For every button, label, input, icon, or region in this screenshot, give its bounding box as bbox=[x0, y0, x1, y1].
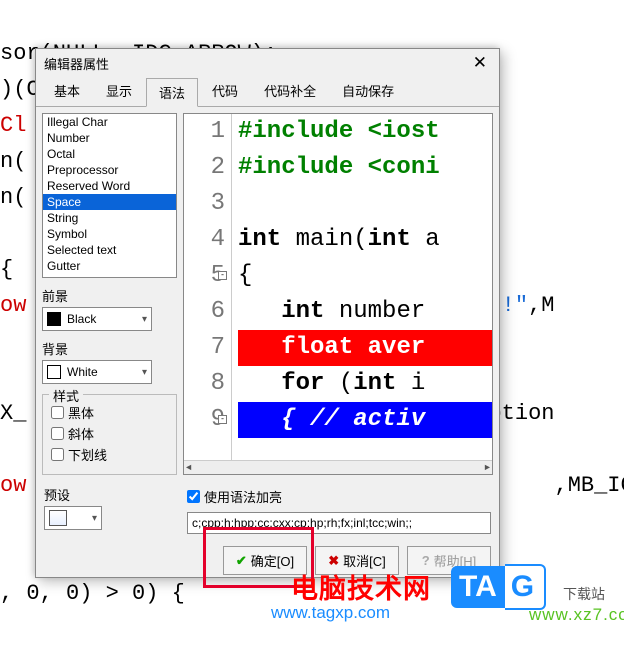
watermark-text: 电脑技术网 bbox=[291, 567, 431, 606]
editor-properties-dialog: 编辑器属性 ✕ 基本 显示 语法 代码 代码补全 自动保存 Illegal Ch… bbox=[35, 48, 500, 578]
list-item[interactable]: Symbol bbox=[43, 226, 176, 242]
list-item[interactable]: Preprocessor bbox=[43, 162, 176, 178]
download-text: 下载站 bbox=[563, 584, 605, 604]
tabs: 基本 显示 语法 代码 代码补全 自动保存 bbox=[36, 77, 499, 107]
horizontal-scrollbar[interactable]: ◄► bbox=[184, 460, 492, 474]
background-label: 背景 bbox=[42, 339, 177, 358]
list-item[interactable]: Breakpoints bbox=[43, 274, 176, 278]
tag-badge: TA G bbox=[451, 564, 546, 610]
preset-combo[interactable]: ▾ bbox=[44, 506, 102, 530]
background-combo[interactable]: White ▾ bbox=[42, 360, 152, 384]
underline-checkbox[interactable]: 下划线 bbox=[51, 445, 168, 464]
tab-syntax[interactable]: 语法 bbox=[146, 78, 198, 107]
fold-icon[interactable]: - bbox=[218, 415, 227, 424]
document-icon bbox=[49, 510, 67, 526]
list-item[interactable]: Octal bbox=[43, 146, 176, 162]
chevron-down-icon: ▾ bbox=[92, 513, 97, 524]
dialog-title: 编辑器属性 bbox=[44, 54, 109, 73]
list-item[interactable]: Space bbox=[43, 194, 176, 210]
watermark-url-2: www.xz7.com bbox=[529, 605, 624, 625]
preview-code: #include <iost #include <coni int main(i… bbox=[232, 114, 492, 460]
italic-checkbox[interactable]: 斜体 bbox=[51, 424, 168, 443]
chevron-down-icon: ▾ bbox=[142, 367, 147, 378]
fold-icon[interactable]: - bbox=[218, 271, 227, 280]
tab-code[interactable]: 代码 bbox=[200, 77, 250, 106]
swatch-white bbox=[47, 365, 61, 379]
swatch-black bbox=[47, 312, 61, 326]
list-item[interactable]: Reserved Word bbox=[43, 178, 176, 194]
syntax-highlight-checkbox[interactable]: 使用语法加亮 bbox=[187, 487, 491, 506]
tab-basic[interactable]: 基本 bbox=[42, 77, 92, 106]
tab-completion[interactable]: 代码补全 bbox=[252, 77, 328, 106]
bold-checkbox[interactable]: 黑体 bbox=[51, 403, 168, 422]
fold-column: - - bbox=[216, 114, 230, 460]
chevron-down-icon: ▾ bbox=[142, 314, 147, 325]
style-group: 样式 黑体 斜体 下划线 bbox=[42, 394, 177, 475]
foreground-label: 前景 bbox=[42, 286, 177, 305]
list-item[interactable]: Gutter bbox=[43, 258, 176, 274]
list-item[interactable]: String bbox=[43, 210, 176, 226]
preset-label: 预设 bbox=[44, 485, 179, 504]
syntax-preview: 123456789 - - #include <iost #include <c… bbox=[183, 113, 493, 475]
foreground-combo[interactable]: Black ▾ bbox=[42, 307, 152, 331]
close-icon[interactable]: ✕ bbox=[469, 53, 491, 73]
tab-display[interactable]: 显示 bbox=[94, 77, 144, 106]
element-listbox[interactable]: Illegal Char Number Octal Preprocessor R… bbox=[42, 113, 177, 278]
check-icon: ✔ bbox=[236, 553, 247, 569]
list-item[interactable]: Illegal Char bbox=[43, 114, 176, 130]
list-item[interactable]: Number bbox=[43, 130, 176, 146]
list-item[interactable]: Selected text bbox=[43, 242, 176, 258]
watermark-url: www.tagxp.com bbox=[271, 603, 390, 623]
help-icon: ? bbox=[422, 553, 430, 568]
dialog-titlebar: 编辑器属性 ✕ bbox=[36, 49, 499, 77]
tab-autosave[interactable]: 自动保存 bbox=[330, 77, 406, 106]
extensions-input[interactable] bbox=[187, 512, 491, 534]
